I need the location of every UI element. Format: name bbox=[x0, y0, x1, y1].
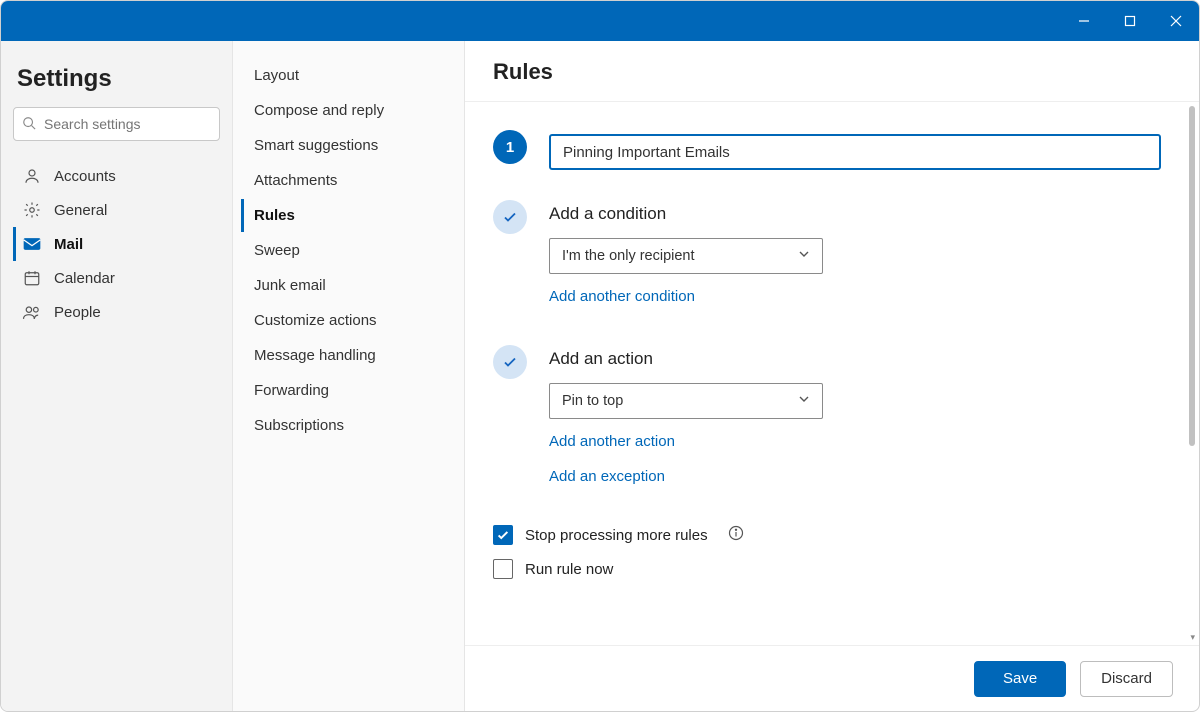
run-now-row[interactable]: Run rule now bbox=[493, 559, 1165, 579]
minimize-button[interactable] bbox=[1061, 1, 1107, 41]
sidebar-item-label: People bbox=[54, 304, 101, 321]
condition-row: Add a condition I'm the only recipient A… bbox=[493, 200, 1165, 315]
action-row: Add an action Pin to top Add another act… bbox=[493, 345, 1165, 495]
action-heading: Add an action bbox=[549, 349, 1165, 369]
condition-heading: Add a condition bbox=[549, 204, 1165, 224]
save-button[interactable]: Save bbox=[974, 661, 1066, 697]
sidebar-item-people[interactable]: People bbox=[13, 295, 220, 329]
subnav-layout[interactable]: Layout bbox=[241, 59, 456, 92]
people-icon bbox=[22, 303, 42, 321]
add-exception-link[interactable]: Add an exception bbox=[549, 468, 1165, 485]
app-window: Settings Accounts General bbox=[0, 0, 1200, 712]
stop-processing-checkbox[interactable] bbox=[493, 525, 513, 545]
subnav-message-handling[interactable]: Message handling bbox=[241, 339, 456, 372]
step-badge-1: 1 bbox=[493, 130, 527, 164]
gear-icon bbox=[22, 201, 42, 219]
action-selected: Pin to top bbox=[562, 393, 623, 409]
subnav-junk[interactable]: Junk email bbox=[241, 269, 456, 302]
sidebar-item-label: Accounts bbox=[54, 168, 116, 185]
search-input[interactable] bbox=[13, 107, 220, 141]
search-icon bbox=[22, 116, 36, 135]
step-badge-condition bbox=[493, 200, 527, 234]
condition-dropdown[interactable]: I'm the only recipient bbox=[549, 238, 823, 274]
run-now-checkbox[interactable] bbox=[493, 559, 513, 579]
calendar-icon bbox=[22, 269, 42, 287]
stop-processing-row[interactable]: Stop processing more rules bbox=[493, 525, 1165, 545]
subnav-attachments[interactable]: Attachments bbox=[241, 164, 456, 197]
step-badge-action bbox=[493, 345, 527, 379]
settings-sidebar: Settings Accounts General bbox=[1, 41, 233, 711]
chevron-down-icon bbox=[798, 393, 810, 409]
sidebar-item-label: General bbox=[54, 202, 107, 219]
rule-name-row: 1 bbox=[493, 130, 1165, 170]
action-dropdown[interactable]: Pin to top bbox=[549, 383, 823, 419]
subnav-sweep[interactable]: Sweep bbox=[241, 234, 456, 267]
subnav-customize[interactable]: Customize actions bbox=[241, 304, 456, 337]
sidebar-item-mail[interactable]: Mail bbox=[13, 227, 220, 261]
stop-processing-label: Stop processing more rules bbox=[525, 527, 708, 544]
subnav-smart[interactable]: Smart suggestions bbox=[241, 129, 456, 162]
subnav-subscriptions[interactable]: Subscriptions bbox=[241, 409, 456, 442]
main-panel: Rules 1 bbox=[465, 41, 1199, 711]
sidebar-item-calendar[interactable]: Calendar bbox=[13, 261, 220, 295]
add-action-link[interactable]: Add another action bbox=[549, 433, 1165, 450]
maximize-button[interactable] bbox=[1107, 1, 1153, 41]
condition-selected: I'm the only recipient bbox=[562, 248, 695, 264]
scrollbar-thumb[interactable] bbox=[1189, 106, 1195, 446]
mail-subnav: Layout Compose and reply Smart suggestio… bbox=[233, 41, 465, 711]
run-now-label: Run rule now bbox=[525, 561, 613, 578]
close-button[interactable] bbox=[1153, 1, 1199, 41]
chevron-down-icon bbox=[798, 248, 810, 264]
search-wrap bbox=[13, 107, 220, 141]
person-icon bbox=[22, 167, 42, 185]
subnav-compose[interactable]: Compose and reply bbox=[241, 94, 456, 127]
scrollbar[interactable] bbox=[1187, 106, 1197, 641]
settings-title: Settings bbox=[17, 65, 216, 93]
info-icon[interactable] bbox=[728, 525, 744, 545]
sidebar-item-label: Calendar bbox=[54, 270, 115, 287]
add-condition-link[interactable]: Add another condition bbox=[549, 288, 1165, 305]
titlebar bbox=[1, 1, 1199, 41]
sidebar-item-accounts[interactable]: Accounts bbox=[13, 159, 220, 193]
subnav-rules[interactable]: Rules bbox=[241, 199, 456, 232]
sidebar-item-label: Mail bbox=[54, 236, 83, 253]
rule-editor: 1 Add a condition I'm the bbox=[465, 102, 1199, 645]
rule-name-input[interactable] bbox=[549, 134, 1161, 170]
page-title: Rules bbox=[493, 59, 1171, 85]
scroll-down-arrow[interactable]: ▾ bbox=[1190, 632, 1195, 643]
main-header: Rules bbox=[465, 41, 1199, 102]
footer: Save Discard bbox=[465, 645, 1199, 711]
sidebar-item-general[interactable]: General bbox=[13, 193, 220, 227]
mail-icon bbox=[22, 235, 42, 253]
subnav-forwarding[interactable]: Forwarding bbox=[241, 374, 456, 407]
discard-button[interactable]: Discard bbox=[1080, 661, 1173, 697]
